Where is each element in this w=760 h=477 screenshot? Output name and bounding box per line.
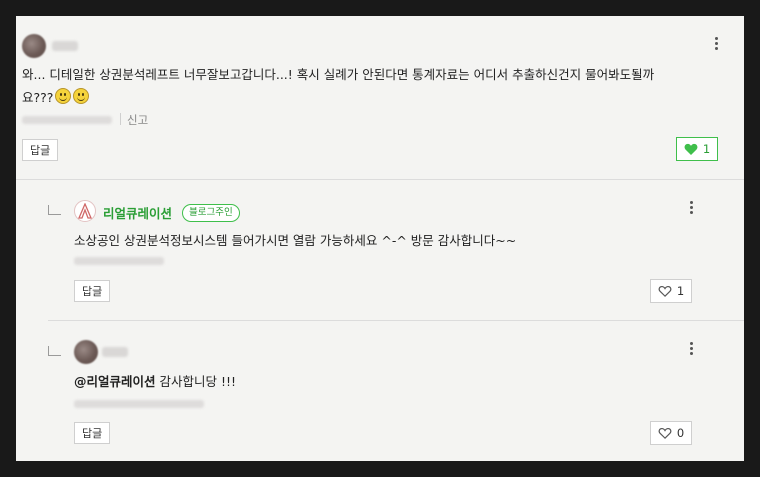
reply-arrow-icon — [48, 205, 61, 215]
reply-arrow-icon — [48, 346, 61, 356]
comment-text-line1: 와... 디테일한 상권분석레프트 너무잘보고갑니다...! 혹시 실례가 안된… — [22, 67, 655, 82]
reply-author-name[interactable]: 리얼큐레이션 — [103, 203, 172, 222]
heart-outline-icon — [658, 428, 672, 439]
blog-logo-icon — [78, 203, 92, 219]
like-count: 1 — [676, 284, 685, 298]
reply-text-body: 감사합니당 !!! — [159, 374, 237, 389]
smile-emoji-icon — [73, 88, 90, 104]
commenter-avatar[interactable] — [74, 340, 98, 364]
comment-more-icon[interactable] — [714, 37, 718, 50]
like-button[interactable]: 1 — [650, 279, 692, 303]
reply-button[interactable]: 답글 — [74, 280, 111, 302]
mention-link[interactable]: @리얼큐레이션 — [74, 374, 156, 389]
commenter-name-blurred[interactable] — [52, 41, 78, 51]
reply-more-icon[interactable] — [689, 201, 693, 214]
reply-more-icon[interactable] — [689, 342, 693, 355]
commenter-name-blurred[interactable] — [102, 347, 128, 357]
blog-avatar-icon[interactable] — [74, 200, 96, 222]
comment-panel: 와... 디테일한 상권분석레프트 너무잘보고갑니다...! 혹시 실례가 안된… — [16, 16, 744, 461]
heart-filled-icon — [684, 143, 698, 155]
like-count: 1 — [702, 142, 711, 156]
commenter-avatar[interactable] — [22, 34, 46, 58]
meta-divider — [120, 113, 121, 125]
heart-outline-icon — [658, 286, 672, 297]
comment-date-blurred — [22, 116, 112, 124]
reply-button[interactable]: 답글 — [22, 139, 59, 161]
comment-text-line2: 요??? — [22, 87, 90, 109]
like-button[interactable]: 0 — [650, 421, 692, 445]
reply-button[interactable]: 답글 — [74, 422, 111, 444]
comment-divider — [16, 179, 744, 180]
comment-text-line2-text: 요??? — [22, 90, 54, 105]
owner-badge: 블로그주인 — [182, 204, 240, 222]
reply-text: @리얼큐레이션 감사합니당 !!! — [74, 371, 236, 393]
reply-date-blurred — [74, 400, 204, 408]
report-link[interactable]: 신고 — [127, 112, 148, 128]
reply-divider — [48, 320, 744, 321]
like-count: 0 — [676, 426, 685, 440]
reply-date-blurred — [74, 257, 164, 265]
reply-text: 소상공인 상권분석정보시스템 들어가시면 열람 가능하세요 ^-^ 방문 감사합… — [74, 233, 517, 248]
smile-emoji-icon — [55, 88, 72, 104]
like-button[interactable]: 1 — [676, 137, 718, 161]
